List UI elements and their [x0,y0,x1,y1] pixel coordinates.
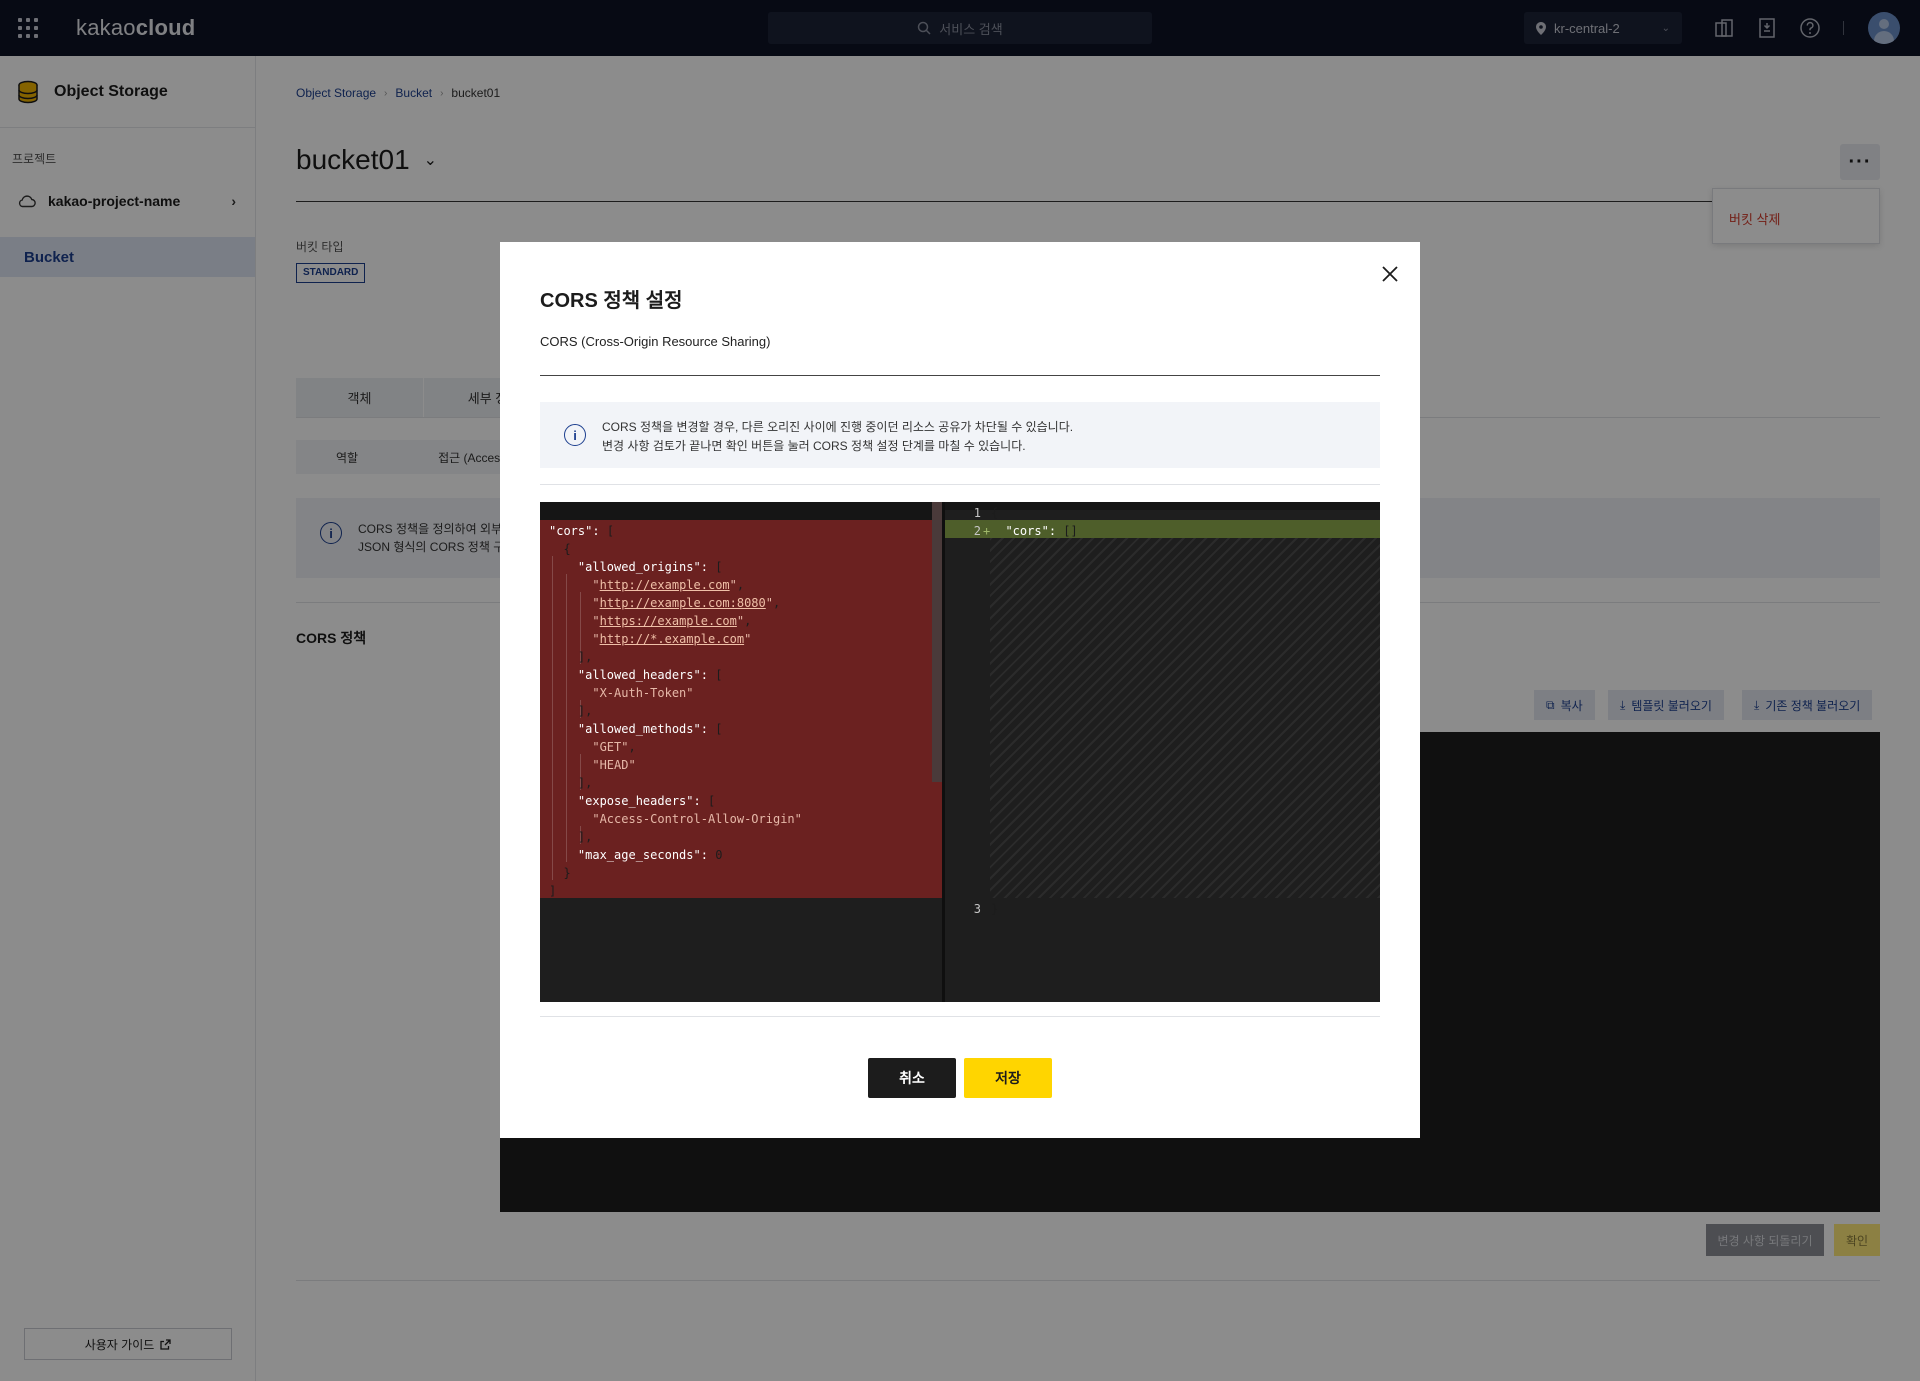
original-code-line: "http://*.example.com" [592,632,752,646]
save-button[interactable]: 저장 [964,1058,1052,1098]
modified-code-line: { [991,506,999,520]
original-code-line: "allowed_headers": [ [577,668,723,682]
original-code-line: ], [549,776,593,790]
info-icon: i [564,424,586,446]
diff-added-marker: + [983,524,991,538]
original-code-line: "expose_headers": [ [577,794,716,808]
original-code-line: "Access-Control-Allow-Origin" [592,812,802,826]
original-code-line: ], [549,704,593,718]
line-number: 2 [973,524,981,538]
subtitle-divider [540,375,1380,376]
original-code-line: "http://example.com:8080", [592,596,781,610]
original-code-line: ] [549,884,557,898]
modal-info-line2: 변경 사항 검토가 끝나면 확인 버튼을 눌러 CORS 정책 설정 단계를 마… [602,439,1026,453]
original-code-line: "X-Auth-Token" [592,686,694,700]
footer-divider [540,1016,1380,1017]
cors-diff-editor[interactable]: "cors": [ { "allowed_origins": [ "http:/… [540,502,1380,1002]
original-pane-scrollbar[interactable] [932,502,942,782]
modal-info-box: i CORS 정책을 변경할 경우, 다른 오리진 사이에 진행 중이던 리소스… [540,402,1380,468]
original-pane-header [540,502,942,520]
line-number: 1 [973,506,981,520]
original-code-line: "GET", [592,740,636,754]
original-code-line: "cors": [ [549,524,615,538]
modal-subtitle: CORS (Cross-Origin Resource Sharing) [540,334,771,349]
original-code-line: "http://example.com", [592,578,745,592]
original-code-line: "allowed_methods": [ [577,722,723,736]
cancel-button[interactable]: 취소 [868,1058,956,1098]
cors-policy-modal: CORS 정책 설정 CORS (Cross-Origin Resource S… [500,242,1420,1138]
info-divider [540,484,1380,485]
original-code-line: { [549,542,571,556]
line-number: 3 [973,902,981,916]
close-icon [1382,266,1398,282]
modified-code-line: } [991,902,999,916]
modal-info-line1: CORS 정책을 변경할 경우, 다른 오리진 사이에 진행 중이던 리소스 공… [602,420,1074,434]
original-code-line: "allowed_origins": [ [577,560,723,574]
modified-code-line: "cors": [] [1005,524,1078,538]
original-code-line: "HEAD" [592,758,636,772]
original-code-line: "https://example.com", [592,614,752,628]
original-pane[interactable]: "cors": [ { "allowed_origins": [ "http:/… [540,502,942,1002]
close-button[interactable] [1376,260,1404,288]
diff-filler-hatch [990,538,1380,898]
modified-pane-header [945,502,1380,510]
modified-pane[interactable]: 1 {2 + "cors": [] 3} [945,502,1380,1002]
modal-title: CORS 정책 설정 [540,290,683,312]
original-code-line: ], [549,650,593,664]
original-code-line: "max_age_seconds": 0 [577,848,723,862]
original-code-line: ], [549,830,593,844]
original-code-line: } [549,866,571,880]
